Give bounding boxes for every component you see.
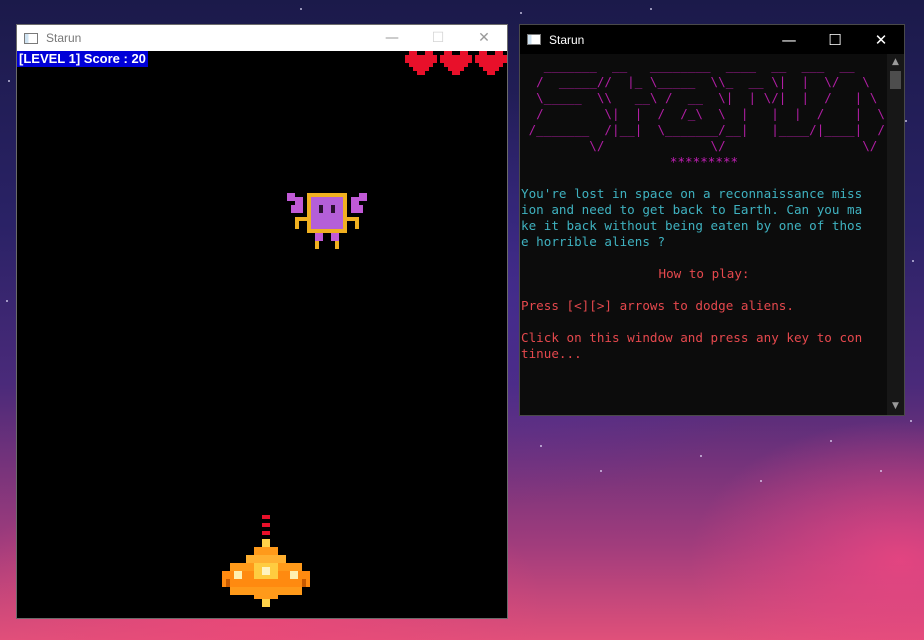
intro-text: You're lost in space on a reconnaissance…	[521, 186, 863, 249]
heart-icon	[475, 51, 507, 75]
minimize-button[interactable]: —	[369, 25, 415, 51]
console-output[interactable]: _______ __ ________ ____ __ ___ __ / ___…	[520, 54, 887, 415]
level-score-label: [LEVEL 1] Score : 20	[17, 51, 148, 67]
lives-indicator	[405, 51, 507, 75]
continue-instruction: Click on this window and press any key t…	[521, 330, 863, 361]
console-minimize-button[interactable]: —	[766, 25, 812, 54]
alien-enemy-icon	[287, 193, 367, 249]
console-app-icon	[527, 34, 541, 45]
game-window-titlebar[interactable]: Starun — ☐ ✕	[17, 25, 507, 51]
game-canvas[interactable]: [LEVEL 1] Score : 20	[17, 51, 507, 618]
console-window[interactable]: Starun — ☐ ✕ _______ __ ________ ____ __…	[519, 24, 905, 416]
heart-icon	[405, 51, 437, 75]
scroll-up-icon[interactable]: ▲	[887, 54, 904, 71]
console-maximize-button[interactable]: ☐	[812, 25, 858, 54]
scroll-down-icon[interactable]: ▼	[887, 398, 904, 415]
console-close-button[interactable]: ✕	[858, 25, 904, 54]
game-window[interactable]: Starun — ☐ ✕ [LEVEL 1] Score : 20	[16, 24, 508, 619]
app-icon	[24, 32, 38, 44]
maximize-button[interactable]: ☐	[415, 25, 461, 51]
console-scrollbar[interactable]: ▲ ▼	[887, 54, 904, 415]
how-to-play-heading: How to play:	[658, 266, 750, 281]
console-window-title: Starun	[549, 32, 585, 47]
stars-divider: *********	[669, 154, 739, 169]
heart-icon	[440, 51, 472, 75]
console-window-titlebar[interactable]: Starun — ☐ ✕	[520, 25, 904, 54]
player-ship-icon	[222, 515, 310, 607]
starun-ascii-logo: _______ __ ________ ____ __ ___ __ / ___…	[528, 58, 885, 153]
game-window-title: Starun	[46, 31, 82, 45]
close-button[interactable]: ✕	[461, 25, 507, 51]
scroll-thumb[interactable]	[890, 71, 901, 89]
arrows-instruction: Press [<][>] arrows to dodge aliens.	[521, 298, 794, 313]
